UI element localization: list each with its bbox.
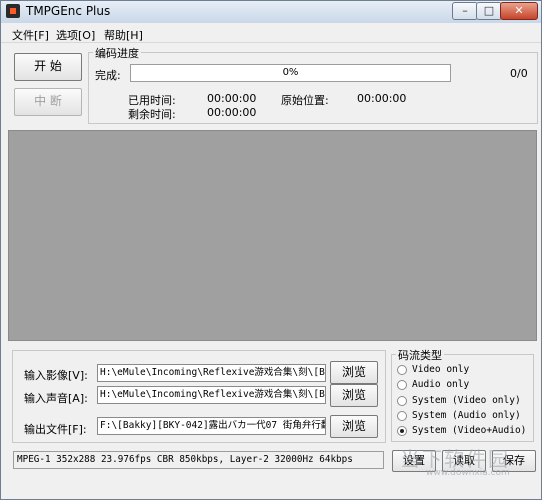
remaining-label: 剩余时间: <box>128 108 176 121</box>
radio-icon[interactable] <box>397 380 407 390</box>
audio-input-label: 输入声音[A]: <box>24 392 88 405</box>
app-logo-icon <box>6 4 20 18</box>
remaining-value: 00:00:00 <box>207 106 257 119</box>
video-input-label: 输入影像[V]: <box>24 369 88 382</box>
close-button[interactable]: ✕ <box>500 2 538 20</box>
radio-icon[interactable] <box>397 365 407 375</box>
window-title: TMPGEnc Plus <box>26 4 111 18</box>
progress-group-label: 编码进度 <box>93 45 141 61</box>
radio-icon[interactable] <box>397 411 407 421</box>
progress-count: 0/0 <box>510 67 528 80</box>
elapsed-value: 00:00:00 <box>207 92 257 105</box>
stop-button[interactable]: 中 断 <box>14 88 82 116</box>
output-file-label: 输出文件[F]: <box>24 423 87 436</box>
menu-help[interactable]: 帮助[H] <box>104 27 143 43</box>
origin-value: 00:00:00 <box>357 92 407 105</box>
watermark-url: www.downxia.com <box>426 468 510 478</box>
browse-output-button[interactable]: 浏览 <box>330 415 378 438</box>
maximize-button[interactable]: □ <box>476 2 502 20</box>
start-button[interactable]: 开 始 <box>14 53 82 81</box>
status-bar: MPEG-1 352x288 23.976fps CBR 850kbps, La… <box>13 451 384 469</box>
menu-options[interactable]: 选项[O] <box>56 27 95 43</box>
radio-icon[interactable] <box>397 396 407 406</box>
stream-type-label: 码流类型 <box>396 347 444 363</box>
browse-video-button[interactable]: 浏览 <box>330 361 378 384</box>
origin-label: 原始位置: <box>281 94 329 107</box>
output-file-field[interactable]: F:\[Bakky][BKY-042]露出バカ一代07 街角弁行翻 <box>97 417 326 435</box>
progress-bar: 0% <box>130 64 451 82</box>
menu-file[interactable]: 文件[F] <box>12 27 49 43</box>
radio-selected-icon[interactable] <box>397 426 407 436</box>
audio-input-field[interactable]: H:\eMule\Incoming\Reflexive游戏合集\刻\[Bakk <box>97 386 326 404</box>
progress-percent: 0% <box>282 67 299 78</box>
complete-label: 完成: <box>95 69 121 82</box>
minimize-button[interactable]: – <box>452 2 478 20</box>
video-preview-area <box>8 130 537 341</box>
video-input-field[interactable]: H:\eMule\Incoming\Reflexive游戏合集\刻\[Bakk <box>97 364 326 382</box>
browse-audio-button[interactable]: 浏览 <box>330 384 378 407</box>
